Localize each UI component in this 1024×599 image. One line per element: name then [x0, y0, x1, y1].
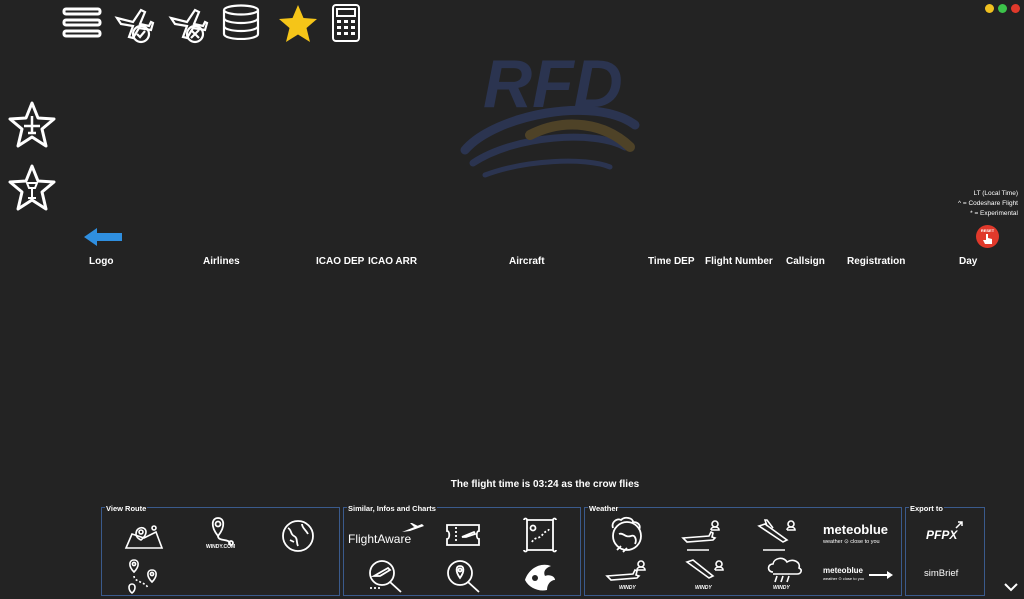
takeoff-weather-icon: [605, 560, 646, 581]
flight-cancel-icon[interactable]: [167, 4, 209, 44]
simbrief-label: simBrief: [924, 568, 959, 579]
meteoblue-label-2: meteoblue: [823, 566, 864, 575]
multi-stop-route-icon[interactable]: [126, 558, 162, 594]
menu-icon[interactable]: [62, 6, 102, 40]
flight-confirm-icon[interactable]: [113, 4, 155, 44]
back-arrow-icon[interactable]: [84, 228, 122, 246]
column-callsign: Callsign: [786, 256, 825, 267]
column-icao-arr: ICAO ARR: [368, 256, 418, 267]
pfpx-label: PFPX: [926, 528, 958, 542]
arrival-weather-icon[interactable]: [757, 518, 801, 554]
windy-arrival-button[interactable]: WINDY: [685, 558, 731, 594]
maximize-button[interactable]: [998, 4, 1007, 13]
arrow-right-icon: [869, 571, 893, 579]
chart-map-icon[interactable]: [521, 516, 559, 554]
column-aircraft: Aircraft: [509, 256, 545, 267]
favorite-airport-icon[interactable]: [6, 163, 58, 213]
meteoblue-button[interactable]: meteoblue weather ⊙ close to you: [823, 522, 899, 552]
weather-globe-icon[interactable]: [607, 516, 647, 554]
similar-infos-panel: Similar, Infos and Charts FlightAware: [343, 504, 581, 596]
weather-panel: Weather meteoblue weather ⊙ close to you…: [584, 504, 902, 596]
watermark-text: RFD: [483, 46, 623, 122]
column-logo: Logo: [89, 256, 114, 267]
column-time-dep: Time DEP: [648, 256, 695, 267]
windy-route-button[interactable]: WINDY.COM: [202, 516, 242, 556]
meteoblue-tagline-2: weather ⊙ close to you: [823, 576, 865, 581]
rfd-watermark-logo: RFD: [455, 35, 645, 195]
meteoblue-tagline: weather ⊙ close to you: [823, 539, 880, 545]
windy-label: WINDY: [619, 585, 636, 591]
landing-weather-icon: [685, 559, 724, 579]
boarding-ticket-icon[interactable]: [444, 522, 482, 548]
flightaware-label: FlightAware: [348, 532, 412, 546]
minimize-button[interactable]: [985, 4, 994, 13]
favorite-star-icon[interactable]: [277, 3, 319, 45]
location-pin-icon: [211, 517, 234, 546]
flight-search-icon[interactable]: [366, 558, 404, 594]
view-route-title: View Route: [105, 504, 148, 513]
column-registration: Registration: [847, 256, 906, 267]
windy-label-2: WINDY: [695, 585, 712, 591]
legend-codeshare: ^ = Codeshare Flight: [958, 200, 1018, 207]
location-search-icon[interactable]: [444, 558, 482, 594]
column-airlines: Airlines: [203, 256, 240, 267]
meteoblue-route-button[interactable]: meteoblue weather ⊙ close to you: [823, 566, 899, 590]
pfpx-export-button[interactable]: PFPX: [924, 520, 968, 544]
windy-com-label: WINDY.COM: [206, 544, 236, 550]
calculator-icon[interactable]: [331, 3, 361, 43]
departure-weather-icon[interactable]: [681, 518, 725, 554]
windy-departure-button[interactable]: WINDY: [605, 558, 651, 594]
pointer-hand-icon: [983, 234, 992, 244]
close-button[interactable]: [1011, 4, 1020, 13]
column-icao-dep: ICAO DEP: [316, 256, 365, 267]
favorite-airline-icon[interactable]: [6, 100, 58, 150]
export-panel: Export to PFPX simBrief: [905, 504, 985, 596]
flight-time-text: The flight time is 03:24 as the crow fli…: [450, 479, 640, 490]
plane-icon: [402, 523, 424, 532]
export-arrow-icon: [955, 521, 963, 529]
flightaware-button[interactable]: FlightAware: [348, 522, 424, 548]
windy-rain-button[interactable]: WINDY: [765, 556, 805, 594]
globe-route-icon[interactable]: [280, 518, 316, 554]
database-icon[interactable]: [220, 4, 262, 40]
weather-title: Weather: [588, 504, 620, 513]
meteoblue-label: meteoblue: [823, 522, 889, 537]
legend-experimental: * = Experimental: [970, 210, 1018, 217]
reset-button-label: RESET: [980, 228, 995, 233]
export-title: Export to: [909, 504, 944, 513]
simbrief-export-button[interactable]: simBrief: [924, 564, 968, 584]
similar-infos-title: Similar, Infos and Charts: [347, 504, 437, 513]
legend-local-time: LT (Local Time): [973, 190, 1018, 197]
reset-button[interactable]: RESET: [976, 225, 999, 248]
bird-logo-icon[interactable]: [521, 558, 559, 594]
view-route-panel: View Route WINDY.COM: [101, 504, 340, 596]
column-day: Day: [959, 256, 978, 267]
route-map-icon[interactable]: [124, 522, 164, 550]
chevron-down-icon[interactable]: [1004, 582, 1018, 592]
windy-label-3: WINDY: [773, 585, 790, 591]
rain-cloud-icon: [767, 557, 802, 583]
column-flight-number: Flight Number: [705, 256, 773, 267]
